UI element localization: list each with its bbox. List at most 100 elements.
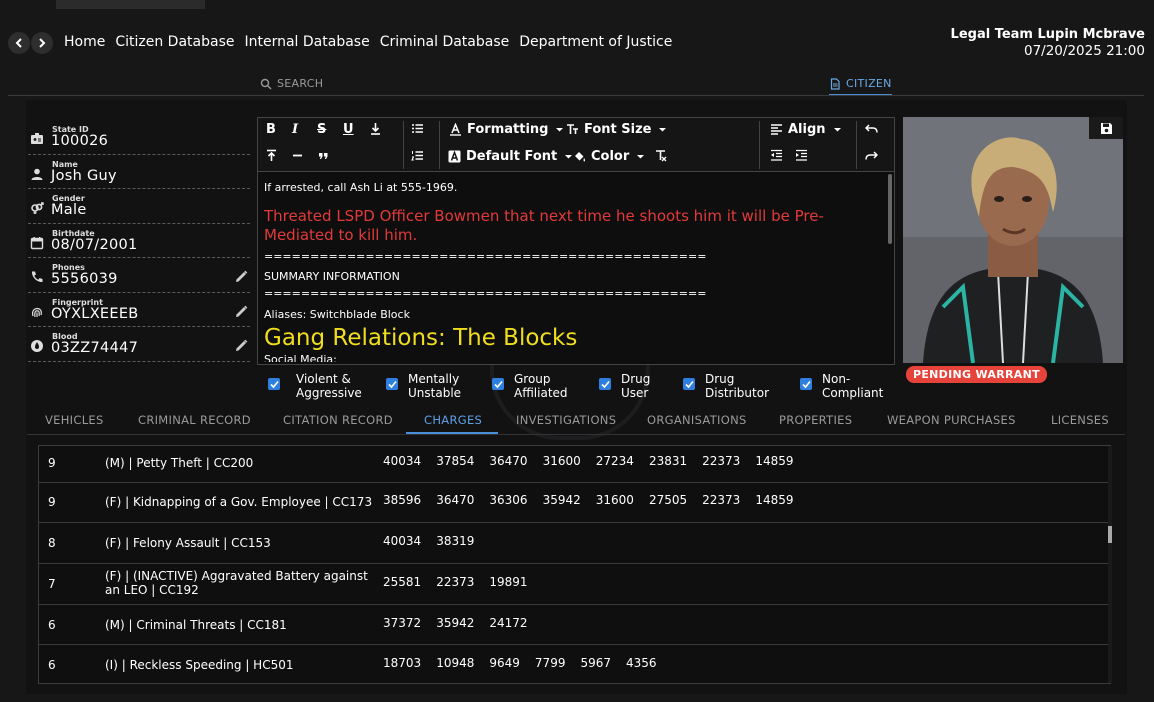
table-row[interactable]: 7 (F) | (INACTIVE) Aggravated Battery ag… (39, 564, 1108, 605)
report-id[interactable]: 40034 (383, 534, 421, 548)
flag-mentally-unstable[interactable]: Mentally Unstable (386, 372, 461, 400)
tab-citation-record[interactable]: CITATION RECORD (283, 413, 393, 427)
report-id[interactable]: 25581 (383, 575, 421, 589)
current-datetime: 07/20/2025 21:00 (1023, 43, 1145, 59)
mode-citizen[interactable]: CITIZEN (829, 77, 892, 96)
report-id[interactable]: 37372 (383, 616, 421, 630)
bold-button[interactable]: B (266, 122, 276, 137)
report-id[interactable]: 24172 (489, 616, 527, 630)
nav-department-of-justice[interactable]: Department of Justice (519, 34, 672, 50)
report-id[interactable]: 40034 (383, 454, 421, 468)
checkbox[interactable] (492, 378, 504, 390)
table-row[interactable]: 9 (F) | Kidnapping of a Gov. Employee | … (39, 483, 1108, 523)
report-id[interactable]: 14859 (755, 454, 793, 468)
checkbox[interactable] (268, 378, 280, 390)
editor-scrollbar[interactable] (888, 174, 892, 244)
indent-button[interactable] (795, 149, 808, 162)
formatting-dropdown[interactable]: Formatting (449, 122, 566, 137)
mode-search[interactable]: SEARCH (260, 77, 323, 90)
flag-non-compliant[interactable]: Non- Compliant (800, 372, 883, 400)
clear-format-button[interactable] (654, 149, 667, 162)
report-id[interactable]: 22373 (702, 493, 740, 507)
report-id[interactable]: 22373 (702, 454, 740, 468)
redo-button[interactable] (865, 149, 878, 162)
report-id[interactable]: 10948 (436, 656, 474, 670)
italic-button[interactable]: I (292, 122, 298, 137)
report-id[interactable]: 38319 (436, 534, 474, 548)
checkbox[interactable] (800, 378, 812, 390)
report-id[interactable]: 4356 (626, 656, 657, 670)
report-id[interactable]: 5967 (580, 656, 611, 670)
blood-drop-icon (31, 340, 43, 352)
superscript-button[interactable] (265, 149, 278, 162)
scrollbar-thumb[interactable] (1108, 526, 1112, 543)
forward-button[interactable] (31, 32, 53, 54)
report-id[interactable]: 9649 (489, 656, 520, 670)
report-id[interactable]: 36306 (489, 493, 527, 507)
tab-vehicles[interactable]: VEHICLES (45, 413, 104, 427)
report-id[interactable]: 19891 (489, 575, 527, 589)
checkbox[interactable] (386, 378, 398, 390)
report-id[interactable]: 27505 (649, 493, 687, 507)
report-id[interactable]: 36470 (489, 454, 527, 468)
save-button[interactable] (1089, 117, 1123, 139)
table-scrollbar[interactable] (1108, 446, 1112, 683)
edit-pencil-icon[interactable] (235, 270, 248, 283)
document-icon (830, 77, 840, 90)
checkbox[interactable] (599, 378, 611, 390)
edit-pencil-icon[interactable] (235, 305, 248, 318)
tab-weapon-purchases[interactable]: WEAPON PURCHASES (887, 413, 1016, 427)
report-id[interactable]: 18703 (383, 656, 421, 670)
report-id[interactable]: 14859 (755, 493, 793, 507)
outdent-button[interactable] (770, 149, 783, 162)
quote-button[interactable] (317, 149, 330, 162)
report-id[interactable]: 27234 (596, 454, 634, 468)
align-dropdown[interactable]: Align (770, 122, 844, 137)
report-id[interactable]: 22373 (436, 575, 474, 589)
checkbox[interactable] (683, 378, 695, 390)
bullet-list-button[interactable] (411, 122, 424, 135)
checkmark-icon (387, 380, 397, 388)
table-row[interactable]: 9 (M) | Petty Theft | CC200 40034 37854 36… (39, 446, 1108, 483)
report-id[interactable]: 31600 (596, 493, 634, 507)
report-id[interactable]: 7799 (535, 656, 566, 670)
horizontal-rule-button[interactable] (291, 149, 304, 162)
flag-drug-user[interactable]: Drug User (599, 372, 650, 400)
tab-criminal-record[interactable]: CRIMINAL RECORD (138, 413, 251, 427)
nav-citizen-database[interactable]: Citizen Database (115, 34, 234, 50)
numbered-list-button[interactable] (411, 149, 424, 162)
edit-pencil-icon[interactable] (235, 339, 248, 352)
report-id[interactable]: 23831 (649, 454, 687, 468)
color-dropdown[interactable]: Color (573, 149, 647, 164)
report-id[interactable]: 35942 (543, 493, 581, 507)
nav-home[interactable]: Home (64, 34, 105, 50)
table-row[interactable]: 6 (M) | Criminal Threats | CC181 37372 35… (39, 605, 1108, 645)
tab-charges[interactable]: CHARGES (424, 413, 482, 427)
report-id[interactable]: 35942 (436, 616, 474, 630)
tab-properties[interactable]: PROPERTIES (779, 413, 852, 427)
report-id[interactable]: 38596 (383, 493, 421, 507)
tab-investigations[interactable]: INVESTIGATIONS (516, 413, 616, 427)
tab-organisations[interactable]: ORGANISATIONS (647, 413, 747, 427)
record-tabs: VEHICLES CRIMINAL RECORD CITATION RECORD… (27, 406, 1125, 435)
tab-licenses[interactable]: LICENSES (1051, 413, 1109, 427)
flag-violent-aggressive[interactable]: Violent & Aggressive (268, 372, 362, 400)
flag-drug-distributor[interactable]: Drug Distributor (683, 372, 769, 400)
notes-editor[interactable]: B I S U Formatting Font Size Default Fon… (257, 117, 895, 365)
report-id[interactable]: 31600 (543, 454, 581, 468)
nav-criminal-database[interactable]: Criminal Database (380, 34, 510, 50)
underline-button[interactable]: U (343, 122, 354, 137)
table-row[interactable]: 6 (I) | Reckless Speeding | HC501 18703 1… (39, 645, 1108, 683)
undo-button[interactable] (865, 122, 878, 135)
report-id[interactable]: 37854 (436, 454, 474, 468)
font-size-dropdown[interactable]: Font Size (566, 122, 669, 137)
subscript-button[interactable] (369, 122, 382, 135)
back-button[interactable] (8, 32, 30, 54)
nav-internal-database[interactable]: Internal Database (244, 34, 369, 50)
strikethrough-button[interactable]: S (317, 122, 326, 137)
table-row[interactable]: 8 (F) | Felony Assault | CC153 40034 3831… (39, 523, 1108, 564)
flag-group-affiliated[interactable]: Group Affiliated (492, 372, 568, 400)
editor-content[interactable]: If arrested, call Ash Li at 555-1969. Th… (264, 174, 884, 362)
report-id[interactable]: 36470 (436, 493, 474, 507)
font-family-dropdown[interactable]: Default Font (448, 149, 575, 164)
